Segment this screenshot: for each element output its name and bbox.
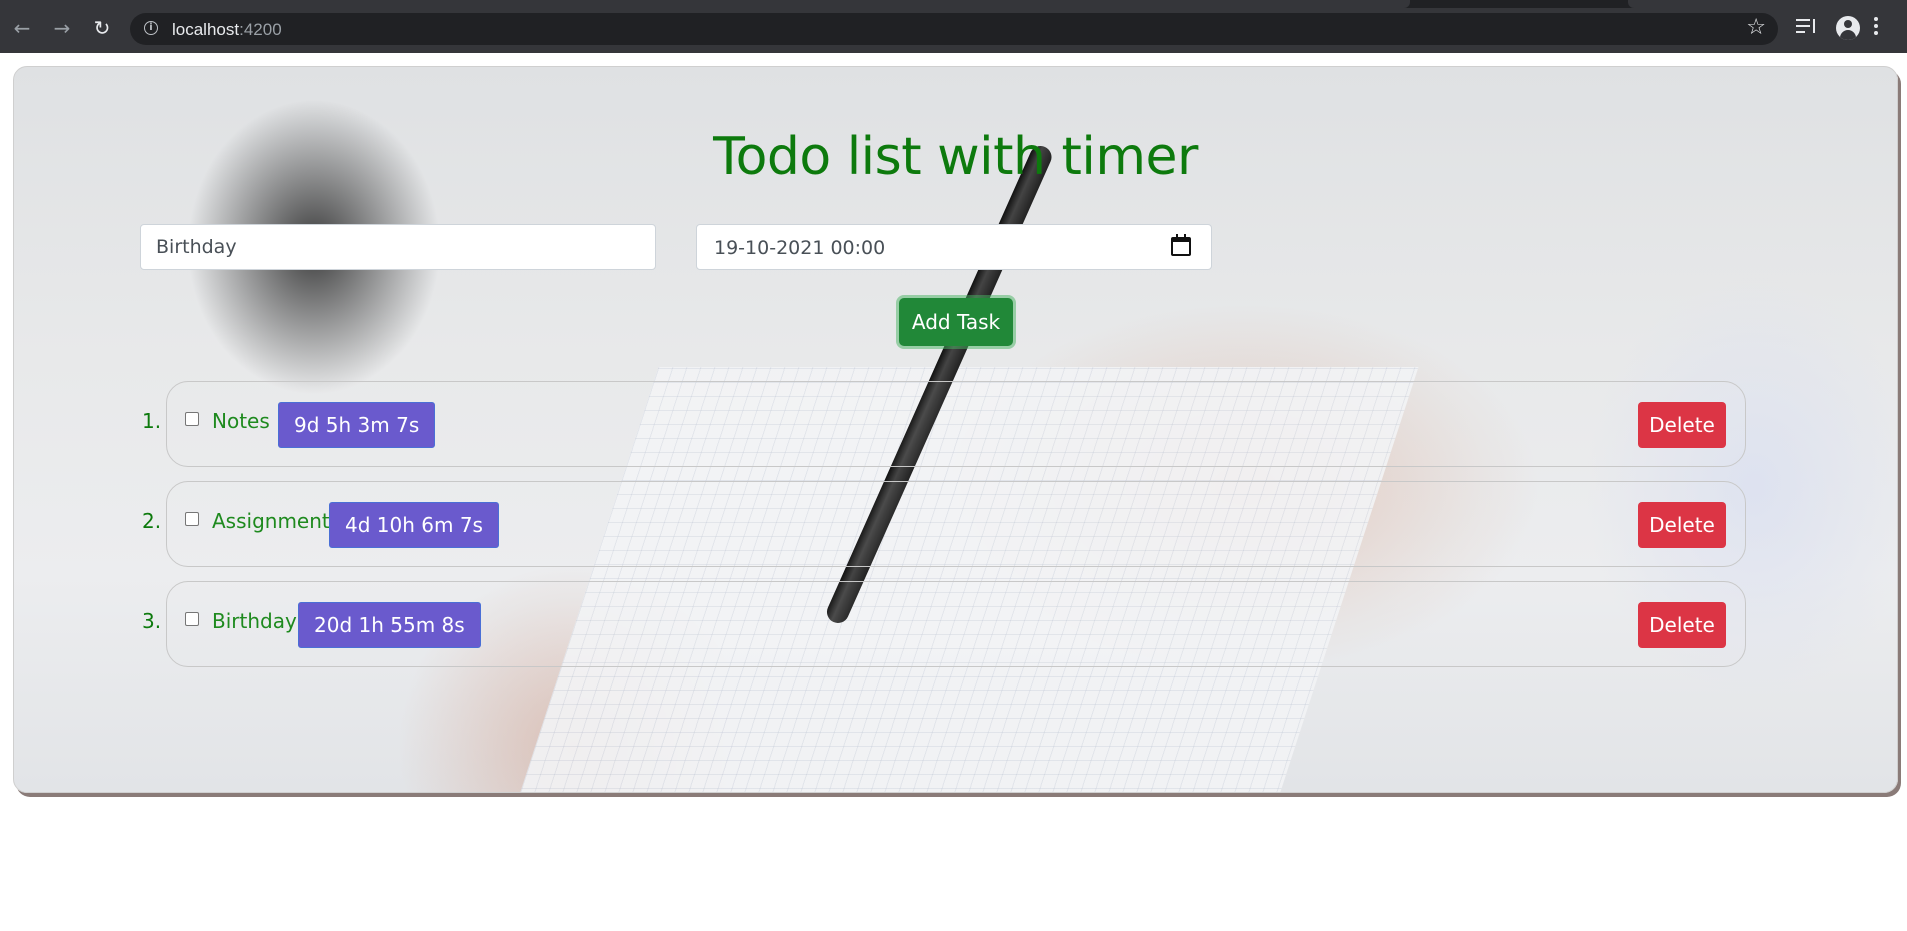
active-tab[interactable]: [0, 0, 1410, 8]
task-item: 2. Assignment 4d 10h 6m 7s Delete: [14, 481, 1897, 567]
task-complete-checkbox[interactable]: [185, 512, 199, 526]
url-port: :4200: [239, 20, 282, 39]
due-date-value: 19-10-2021 00:00: [714, 237, 886, 259]
delete-task-button[interactable]: Delete: [1638, 502, 1726, 548]
todo-app-card: Todo list with timer 19-10-2021 00:00 Ad…: [13, 66, 1898, 793]
task-timer-badge: 20d 1h 55m 8s: [298, 602, 481, 648]
bookmark-star-icon[interactable]: ☆: [1746, 15, 1766, 40]
task-name-input[interactable]: [140, 224, 656, 270]
delete-task-button[interactable]: Delete: [1638, 402, 1726, 448]
url-host: localhost: [172, 20, 240, 39]
task-name: Birthday: [212, 609, 297, 633]
task-name: Assignment: [212, 509, 330, 533]
due-date-input[interactable]: 19-10-2021 00:00: [696, 224, 1212, 270]
task-item: 3. Birthday 20d 1h 55m 8s Delete: [14, 581, 1897, 667]
profile-avatar-icon[interactable]: [1836, 16, 1860, 40]
task-timer-badge: 9d 5h 3m 7s: [278, 402, 436, 448]
add-task-button[interactable]: Add Task: [899, 298, 1013, 346]
delete-task-button[interactable]: Delete: [1638, 602, 1726, 648]
reload-icon[interactable]: ↻: [88, 14, 116, 42]
task-number: 2.: [142, 509, 162, 533]
media-control-icon[interactable]: [1796, 16, 1818, 38]
site-info-icon[interactable]: i: [144, 21, 158, 35]
task-number: 1.: [142, 409, 162, 433]
calendar-icon[interactable]: [1171, 234, 1191, 256]
inactive-tab[interactable]: [1628, 0, 1907, 8]
forward-arrow-icon[interactable]: →: [48, 14, 76, 42]
task-name: Notes: [212, 409, 270, 433]
task-complete-checkbox[interactable]: [185, 412, 199, 426]
task-item: 1. Notes 9d 5h 3m 7s Delete: [14, 381, 1897, 467]
task-timer-badge: 4d 10h 6m 7s: [329, 502, 499, 548]
url-text[interactable]: localhost:4200: [172, 20, 282, 40]
back-arrow-icon[interactable]: ←: [8, 14, 36, 42]
task-number: 3.: [142, 609, 162, 633]
page-title: Todo list with timer: [713, 127, 1198, 187]
browser-menu-icon[interactable]: [1874, 17, 1878, 38]
task-complete-checkbox[interactable]: [185, 612, 199, 626]
browser-toolbar: ← → ↻ i localhost:4200 ☆: [0, 0, 1907, 53]
address-bar[interactable]: i localhost:4200 ☆: [130, 13, 1778, 45]
